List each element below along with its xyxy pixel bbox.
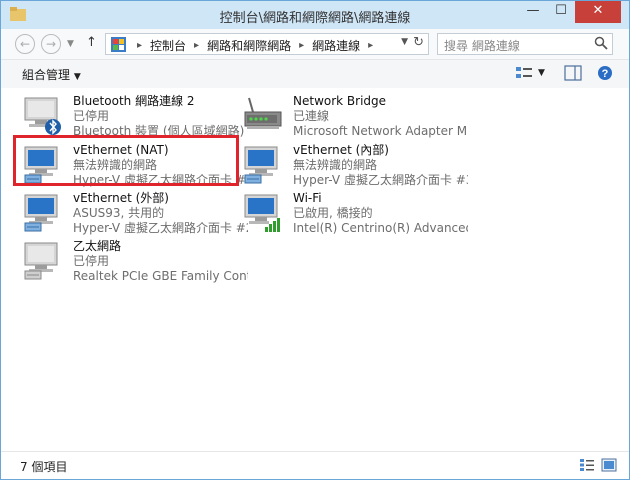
connection-status: 已連線 [293, 109, 330, 123]
connection-item-ethernet[interactable]: 乙太網路 已停用 Realtek PCIe GBE Family Contro.… [21, 239, 248, 283]
address-bar[interactable]: ▸ 控制台 ▸ 網路和網際網路 ▸ 網路連線 ▸ ▼ ↻ [105, 33, 429, 55]
breadcrumb-chevron-icon[interactable]: ▸ [189, 40, 204, 51]
recent-locations-icon[interactable]: ▼ [67, 39, 74, 49]
connection-list: Bluetooth 網路連線 2 已停用 Bluetooth 裝置 (個人區域網… [1, 88, 629, 452]
breadcrumb-chevron-icon[interactable]: ▸ [132, 40, 147, 51]
title-bar[interactable]: 控制台\網路和網際網路\網路連線 — ☐ ✕ [1, 1, 629, 29]
breadcrumb-chevron-icon[interactable]: ▸ [294, 40, 309, 51]
explorer-window: 控制台\網路和網際網路\網路連線 — ☐ ✕ ← → ▼ ↑ ▸ 控制台 ▸ 網… [0, 0, 630, 480]
connection-name: Bluetooth 網路連線 2 [73, 94, 195, 108]
view-options-chevron-icon[interactable]: ▼ [538, 68, 545, 78]
connection-name: 乙太網路 [73, 239, 122, 253]
wifi-icon [244, 194, 280, 232]
connection-status: 已啟用, 橋接的 [293, 206, 373, 220]
preview-pane-icon[interactable] [564, 65, 582, 81]
organize-menu-button[interactable]: 組合管理 ▼ [22, 66, 81, 83]
back-button[interactable]: ← [15, 34, 35, 54]
address-toolbar: ← → ▼ ↑ ▸ 控制台 ▸ 網路和網際網路 ▸ 網路連線 ▸ ▼ ↻ 搜尋 … [1, 29, 629, 59]
ethernet-icon [24, 194, 58, 232]
organize-label: 組合管理 [22, 68, 71, 82]
connection-status: ASUS93, 共用的 [73, 206, 165, 220]
connection-device: Microsoft Network Adapter Mu... [293, 124, 468, 138]
highlight-annotation-box [13, 135, 239, 186]
connection-item-network-bridge[interactable]: Network Bridge 已連線 Microsoft Network Ada… [241, 94, 468, 138]
chevron-down-icon: ▼ [73, 72, 81, 82]
help-icon[interactable]: ? [596, 65, 614, 81]
search-icon[interactable] [594, 36, 608, 50]
breadcrumb-chevron-icon[interactable]: ▸ [363, 40, 378, 51]
details-view-icon[interactable] [579, 458, 595, 472]
connection-item-wifi[interactable]: Wi-Fi 已啟用, 橋接的 Intel(R) Centrino(R) Adva… [241, 191, 468, 235]
connection-item-vethernet-external[interactable]: vEthernet (外部) ASUS93, 共用的 Hyper-V 虛擬乙太網… [21, 191, 248, 235]
connection-device: Hyper-V 虛擬乙太網路介面卡 #2 [73, 221, 248, 235]
connection-name: Network Bridge [293, 94, 387, 108]
search-input[interactable]: 搜尋 網路連線 [444, 37, 520, 54]
connection-device: Hyper-V 虛擬乙太網路介面卡 #3 [293, 173, 468, 187]
refresh-icon[interactable]: ↻ [413, 35, 424, 50]
disabled-ethernet-icon [24, 242, 58, 280]
breadcrumb-control-panel[interactable]: 控制台 [147, 37, 189, 54]
control-panel-icon [111, 37, 126, 52]
connection-device: Intel(R) Centrino(R) Advanced-... [293, 221, 468, 235]
ethernet-icon [244, 146, 278, 184]
minimize-button[interactable]: — [519, 1, 547, 23]
connection-item-vethernet-internal[interactable]: vEthernet (內部) 無法辨識的網路 Hyper-V 虛擬乙太網路介面卡… [241, 143, 468, 187]
connection-name: vEthernet (內部) [293, 143, 389, 157]
bluetooth-network-icon [24, 97, 61, 135]
connection-status: 無法辨識的網路 [293, 158, 378, 172]
connection-status: 已停用 [73, 254, 110, 268]
item-count: 7 個項目 [20, 460, 68, 474]
connection-item-bluetooth[interactable]: Bluetooth 網路連線 2 已停用 Bluetooth 裝置 (個人區域網… [21, 94, 248, 138]
search-box[interactable]: 搜尋 網路連線 [437, 33, 613, 55]
connection-device: Realtek PCIe GBE Family Contro... [73, 269, 248, 283]
connection-name: vEthernet (外部) [73, 191, 169, 205]
close-button[interactable]: ✕ [575, 1, 621, 23]
svg-text:?: ? [602, 68, 609, 80]
connection-name: Wi-Fi [293, 191, 322, 205]
forward-button[interactable]: → [41, 34, 61, 54]
up-arrow-icon[interactable]: ↑ [86, 35, 97, 50]
change-view-icon[interactable] [515, 65, 533, 81]
command-bar: 組合管理 ▼ ▼ ? [1, 59, 629, 89]
status-bar: 7 個項目 [1, 451, 629, 479]
maximize-button[interactable]: ☐ [547, 1, 575, 23]
connection-status: 已停用 [73, 109, 110, 123]
address-dropdown-icon[interactable]: ▼ [401, 37, 408, 47]
breadcrumb-network-connections[interactable]: 網路連線 [309, 37, 363, 54]
large-icons-view-icon[interactable] [601, 458, 617, 472]
network-bridge-icon [244, 97, 282, 129]
breadcrumb-network-internet[interactable]: 網路和網際網路 [204, 37, 294, 54]
